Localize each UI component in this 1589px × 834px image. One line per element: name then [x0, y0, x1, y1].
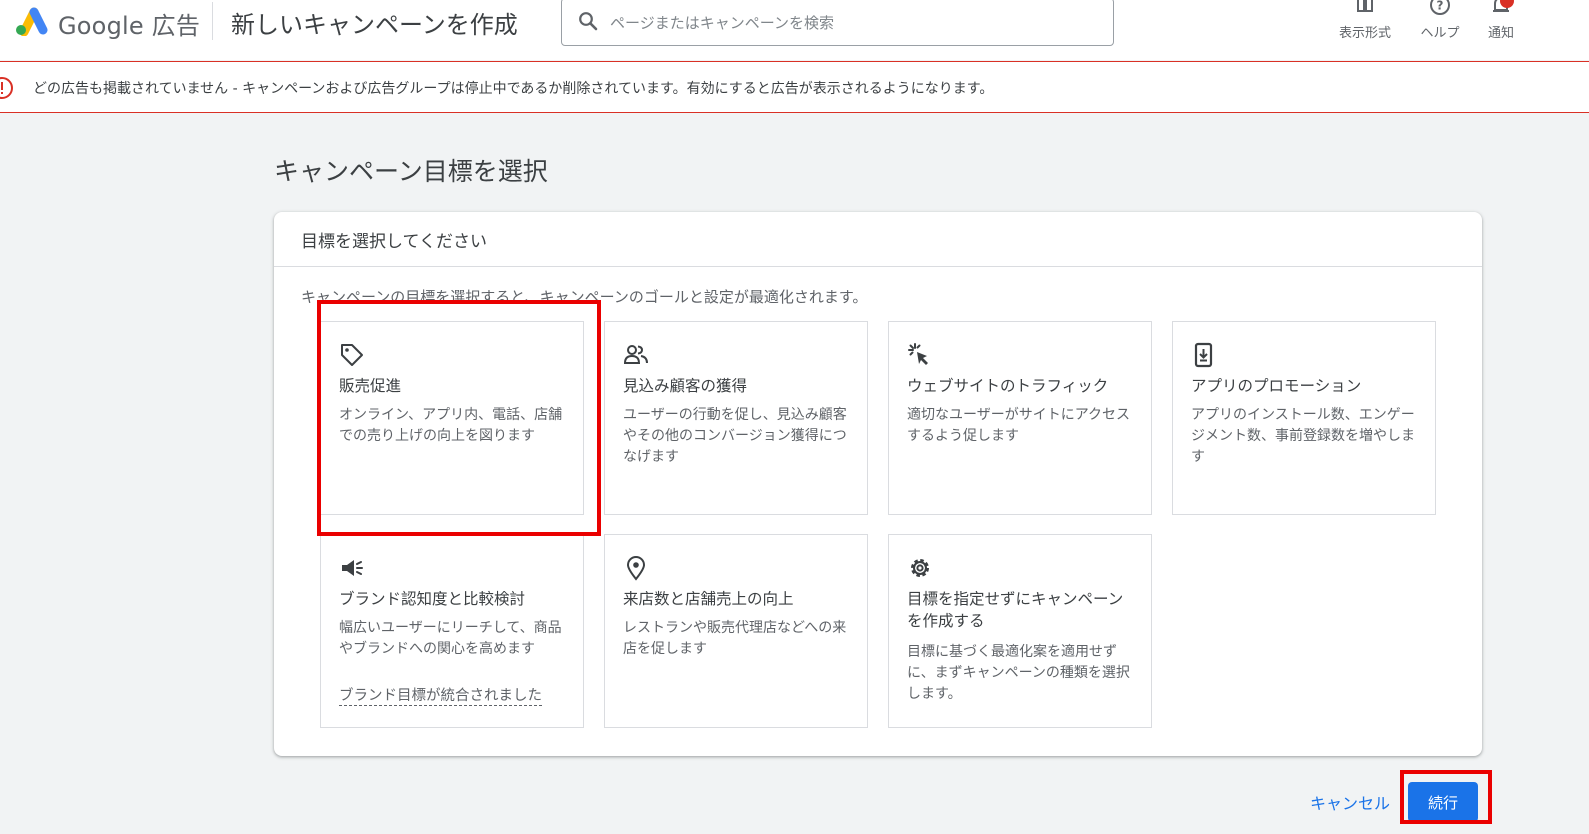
- goal-description: レストランや販売代理店などへの来店を促します: [623, 620, 847, 657]
- location-pin-icon: [623, 555, 649, 581]
- notifications-button[interactable]: 通知: [1484, 0, 1518, 42]
- svg-text:?: ?: [1437, 0, 1444, 13]
- goal-card-store-visits[interactable]: 来店数と店舗売上の向上 レストランや販売代理店などへの来店を促します: [604, 534, 868, 728]
- panel-title: 目標を選択してください: [301, 232, 487, 252]
- help-button[interactable]: ? ヘルプ: [1416, 0, 1464, 42]
- search-input[interactable]: [608, 9, 1092, 37]
- goal-title: アプリのプロモーション: [1191, 377, 1362, 395]
- header-divider: [212, 2, 213, 40]
- goal-title: 販売促進: [339, 377, 402, 395]
- view-mode-label: 表示形式: [1338, 26, 1391, 41]
- phone-download-icon: [1191, 342, 1217, 368]
- goal-card-leads[interactable]: 見込み顧客の獲得 ユーザーの行動を促し、見込み顧客やその他のコンバージョン獲得に…: [604, 321, 868, 515]
- google-ads-logo-icon[interactable]: [12, 4, 48, 37]
- tag-icon: [339, 342, 365, 368]
- goal-description: アプリのインストール数、エンゲージメント数、事前登録数を増やします: [1191, 407, 1415, 465]
- goal-description: 適切なユーザーがサイトにアクセスするよう促します: [907, 407, 1131, 444]
- view-mode-icon: [1354, 0, 1376, 16]
- continue-button[interactable]: 続行: [1408, 782, 1478, 822]
- help-icon: ?: [1429, 0, 1451, 16]
- goal-description: オンライン、アプリ内、電話、店舗での売り上げの向上を図ります: [339, 407, 563, 444]
- search-box[interactable]: [561, 0, 1114, 46]
- notifications-label: 通知: [1487, 26, 1514, 41]
- goal-title: 見込み顧客の獲得: [623, 377, 748, 395]
- goal-card-website-traffic[interactable]: ウェブサイトのトラフィック 適切なユーザーがサイトにアクセスするよう促します: [888, 321, 1152, 515]
- error-icon: [0, 76, 14, 100]
- goal-title: ブランド認知度と比較検討: [339, 590, 526, 608]
- help-label: ヘルプ: [1420, 26, 1460, 41]
- goal-card-app-promotion[interactable]: アプリのプロモーション アプリのインストール数、エンゲージメント数、事前登録数を…: [1172, 321, 1436, 515]
- click-icon: [907, 342, 933, 368]
- section-title: キャンペーン目標を選択: [274, 157, 548, 186]
- goal-title: 来店数と店舗売上の向上: [623, 590, 794, 608]
- status-alert-bar: どの広告も掲載されていません - キャンペーンおよび広告グループは停止中であるか…: [0, 61, 1589, 113]
- goal-description: 目標に基づく最適化案を適用せずに、まずキャンペーンの種類を選択します。: [907, 644, 1130, 702]
- goal-title: 目標を指定せずにキャンペーンを作成する: [907, 590, 1124, 630]
- page-title: 新しいキャンペーンを作成: [231, 11, 518, 39]
- goal-description: 幅広いユーザーにリーチして、商品やブランドへの関心を高めます: [339, 620, 562, 657]
- goal-card-sales[interactable]: 販売促進 オンライン、アプリ内、電話、店舗での売り上げの向上を図ります: [320, 321, 584, 515]
- search-icon: [578, 11, 598, 31]
- goal-selection-panel: 目標を選択してください キャンペーンの目標を選択すると、キャンペーンのゴールと設…: [274, 212, 1482, 756]
- goal-title: ウェブサイトのトラフィック: [907, 377, 1109, 395]
- goal-card-brand-awareness[interactable]: ブランド認知度と比較検討 幅広いユーザーにリーチして、商品やブランドへの関心を高…: [320, 534, 584, 728]
- goal-card-no-goal[interactable]: 目標を指定せずにキャンペーンを作成する 目標に基づく最適化案を適用せずに、まずキ…: [888, 534, 1152, 728]
- panel-header: 目標を選択してください: [274, 212, 1482, 267]
- goal-description: ユーザーの行動を促し、見込み顧客やその他のコンバージョン獲得につなげます: [623, 407, 847, 465]
- view-mode-button[interactable]: 表示形式: [1334, 0, 1396, 42]
- top-header: Google 広告 新しいキャンペーンを作成 表示形式 ? ヘルプ: [0, 0, 1589, 60]
- alert-message: どの広告も掲載されていません - キャンペーンおよび広告グループは停止中であるか…: [33, 81, 994, 97]
- panel-description: キャンペーンの目標を選択すると、キャンペーンのゴールと設定が最適化されます。: [301, 288, 868, 306]
- cancel-button[interactable]: キャンセル: [1300, 784, 1400, 820]
- product-name: Google 広告: [58, 12, 201, 40]
- bell-icon: [1490, 0, 1514, 16]
- gear-icon: [907, 555, 933, 581]
- people-icon: [623, 342, 649, 368]
- brand-goals-merged-link[interactable]: ブランド目標が統合されました: [339, 687, 542, 706]
- megaphone-icon: [339, 555, 365, 581]
